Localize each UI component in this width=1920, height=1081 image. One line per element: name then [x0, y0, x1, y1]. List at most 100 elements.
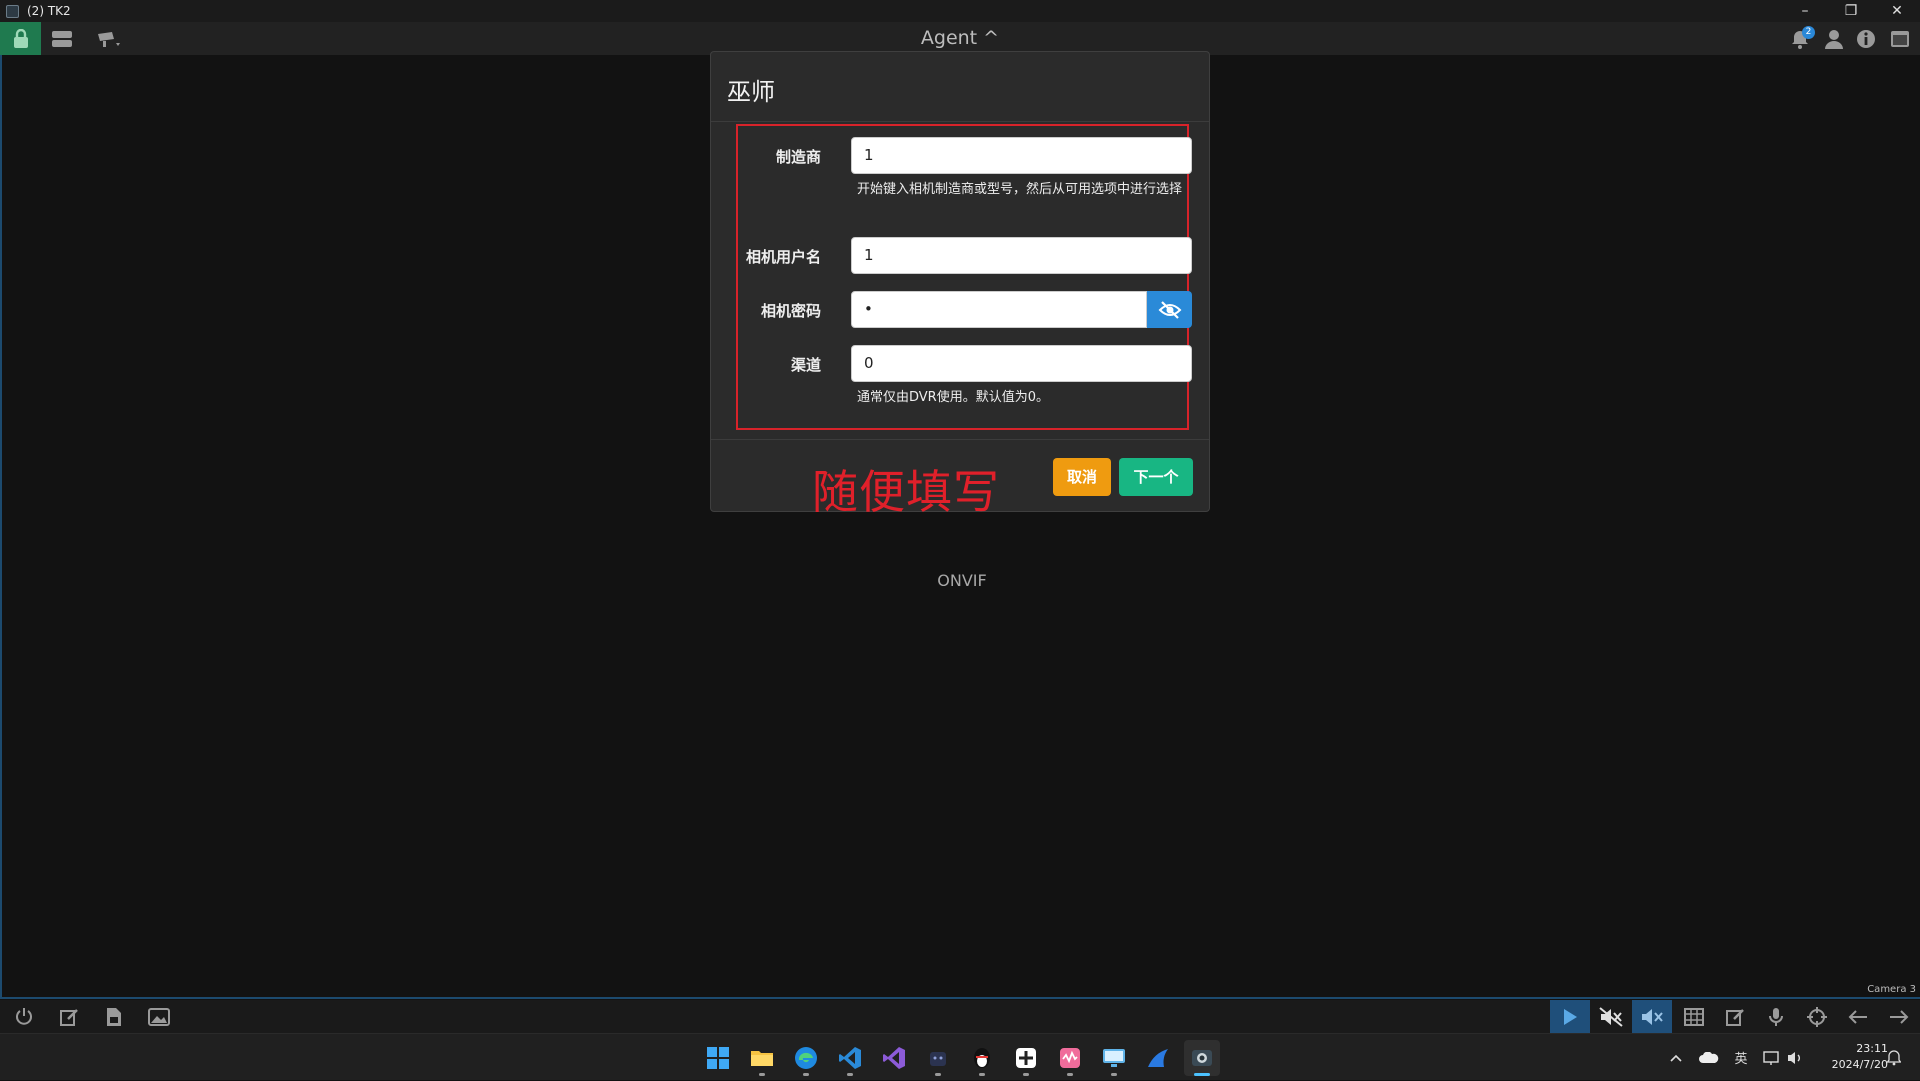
- taskbar-visual-studio[interactable]: [876, 1040, 912, 1076]
- camera-menu-button[interactable]: [88, 22, 130, 55]
- info-button[interactable]: [1854, 22, 1878, 55]
- crosshair-icon: [1807, 1006, 1827, 1027]
- audio-app-icon: [1060, 1048, 1080, 1068]
- username-input[interactable]: 1: [851, 237, 1192, 274]
- windows-taskbar: 英 23:11 2024/7/20: [0, 1033, 1920, 1080]
- taskbar-file-explorer[interactable]: [744, 1040, 780, 1076]
- edge-icon: [795, 1047, 817, 1069]
- taskbar-app-pink[interactable]: [1052, 1040, 1088, 1076]
- power-icon: [16, 1007, 32, 1025]
- volume-mute-icon: [1642, 1008, 1663, 1025]
- manufacturer-help: 开始键入相机制造商或型号，然后从可用选项中进行选择: [857, 182, 1183, 197]
- notification-badge: 2: [1802, 26, 1815, 39]
- taskbar-app-monitor[interactable]: [1096, 1040, 1132, 1076]
- taskbar-agent-dvr[interactable]: [1184, 1040, 1220, 1076]
- bell-icon: [1887, 1049, 1901, 1065]
- mute-audio-button[interactable]: [1632, 1000, 1672, 1033]
- camera-icon: [98, 31, 120, 47]
- password-input[interactable]: •: [851, 291, 1147, 328]
- eye-slash-icon: [1158, 300, 1181, 319]
- username-label: 相机用户名: [745, 248, 821, 266]
- vscode-icon: [839, 1047, 861, 1069]
- ime-indicator[interactable]: 英: [1730, 1034, 1752, 1081]
- grid-button[interactable]: [1674, 1000, 1714, 1033]
- taskbar-app-plus[interactable]: [1008, 1040, 1044, 1076]
- taskbar-edge[interactable]: [788, 1040, 824, 1076]
- visual-studio-icon: [883, 1047, 905, 1069]
- edit-camera-button[interactable]: [1715, 1000, 1755, 1033]
- toggle-password-button[interactable]: [1147, 291, 1192, 328]
- remote-desktop-icon: [1103, 1049, 1125, 1067]
- file-button[interactable]: [94, 1000, 134, 1033]
- clock-date: 2024/7/20: [1831, 1058, 1888, 1071]
- onvif-label: ONVIF: [937, 571, 987, 590]
- power-button[interactable]: [4, 1000, 44, 1033]
- image-icon: [148, 1007, 170, 1026]
- grid-icon: [1684, 1007, 1704, 1026]
- speaker-icon: [1788, 1051, 1800, 1064]
- channel-label: 渠道: [790, 356, 821, 374]
- notification-center-button[interactable]: [1882, 1034, 1906, 1081]
- chevron-up-icon: [1670, 1054, 1682, 1062]
- edit-icon: [60, 1008, 78, 1026]
- user-button[interactable]: [1822, 22, 1846, 55]
- server-icon: [52, 30, 72, 47]
- channel-help: 通常仅由DVR使用。默认值为0。: [857, 390, 1049, 405]
- microphone-button[interactable]: [1756, 1000, 1796, 1033]
- volume-button[interactable]: [1784, 1034, 1806, 1081]
- password-label: 相机密码: [760, 302, 821, 320]
- manufacturer-input[interactable]: 1: [851, 137, 1192, 174]
- system-clock[interactable]: 23:11 2024/7/20: [1808, 1041, 1888, 1073]
- taskbar-app-blue[interactable]: [1140, 1040, 1176, 1076]
- tray-overflow-button[interactable]: [1666, 1034, 1686, 1081]
- play-button[interactable]: [1550, 1000, 1590, 1033]
- taskbar-qq[interactable]: [964, 1040, 1000, 1076]
- folder-icon: [751, 1051, 773, 1066]
- windows-logo-icon: [707, 1047, 729, 1069]
- dialog-header: [711, 52, 1209, 122]
- minimize-button[interactable]: –: [1782, 0, 1828, 22]
- image-button[interactable]: [139, 1000, 179, 1033]
- mute-video-button[interactable]: [1591, 1000, 1631, 1033]
- onedrive-button[interactable]: [1696, 1034, 1722, 1081]
- previous-button[interactable]: [1838, 1000, 1878, 1033]
- channel-input[interactable]: 0: [851, 345, 1192, 382]
- window-icon: [1891, 30, 1909, 47]
- next-camera-button[interactable]: [1879, 1000, 1919, 1033]
- close-button[interactable]: ✕: [1874, 0, 1920, 22]
- manufacturer-label: 制造商: [775, 148, 821, 166]
- user-icon: [1825, 29, 1843, 49]
- speaker-off-icon: [1599, 1006, 1623, 1027]
- window-title: (2) TK2: [27, 4, 71, 18]
- taskbar-vscode[interactable]: [832, 1040, 868, 1076]
- clock-time: 23:11: [1856, 1042, 1888, 1055]
- window-controls: – ❐ ✕: [1782, 0, 1920, 22]
- plus-app-icon: [1016, 1048, 1036, 1068]
- camera-control-bar: [0, 1000, 1920, 1033]
- file-icon: [107, 1007, 121, 1026]
- edit-icon: [1726, 1008, 1744, 1026]
- annotation-text: 随便填写: [812, 465, 1000, 519]
- window-titlebar: (2) TK2 – ❐ ✕: [0, 0, 1920, 22]
- app-icon: [930, 1052, 946, 1066]
- network-button[interactable]: [1760, 1034, 1782, 1081]
- restore-button[interactable]: ❐: [1828, 0, 1874, 22]
- next-button[interactable]: 下一个: [1119, 458, 1193, 496]
- lock-button[interactable]: [0, 22, 41, 55]
- arrow-left-icon: [1848, 1009, 1867, 1024]
- start-button[interactable]: [700, 1040, 736, 1076]
- dialog-footer-divider: [711, 439, 1209, 440]
- agent-dvr-icon: [1192, 1050, 1212, 1066]
- app-icon: [6, 4, 19, 18]
- edit-button[interactable]: [49, 1000, 89, 1033]
- agent-label[interactable]: Agent ^: [921, 27, 999, 49]
- window-button[interactable]: [1887, 22, 1913, 55]
- cancel-button[interactable]: 取消: [1053, 458, 1111, 496]
- wizard-dialog: 巫师 制造商 1 开始键入相机制造商或型号，然后从可用选项中进行选择 相机用户名…: [710, 51, 1210, 519]
- ptz-button[interactable]: [1797, 1000, 1837, 1033]
- microphone-icon: [1769, 1007, 1783, 1026]
- server-button[interactable]: [48, 22, 76, 55]
- taskbar-app-dark[interactable]: [920, 1040, 956, 1076]
- dialog-title: 巫师: [727, 78, 775, 106]
- shark-app-icon: [1148, 1049, 1168, 1067]
